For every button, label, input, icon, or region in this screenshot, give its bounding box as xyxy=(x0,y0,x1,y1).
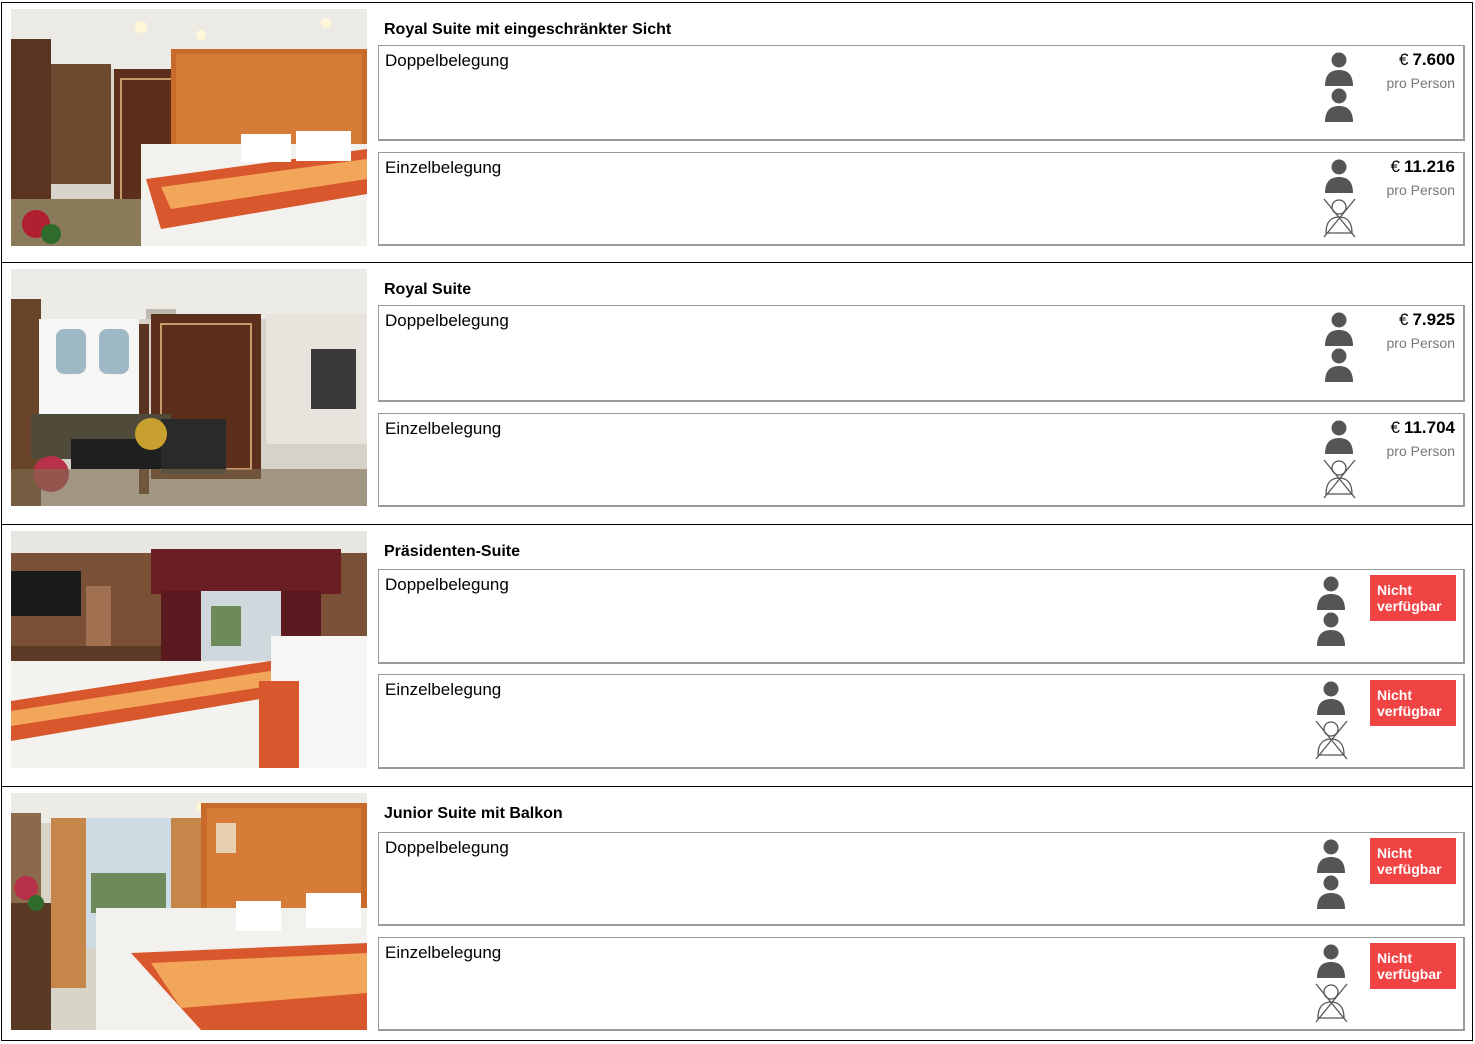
cabin-title: Junior Suite mit Balkon xyxy=(384,805,563,822)
occupancy-label: Einzelbelegung xyxy=(385,680,502,699)
cabin-photo[interactable] xyxy=(11,269,367,506)
occupancy-label: Doppelbelegung xyxy=(385,838,509,857)
unavailable-badge: Nicht verfügbar xyxy=(1370,680,1456,726)
price-block: €7.600 pro Person xyxy=(1387,50,1455,91)
occupancy-label: Einzelbelegung xyxy=(385,158,502,177)
price-unit: pro Person xyxy=(1386,75,1455,91)
cabin-photo[interactable] xyxy=(11,9,367,246)
unavailable-badge: Nicht verfügbar xyxy=(1370,838,1456,884)
price-value: 7.600 xyxy=(1412,50,1455,69)
single-person-icon xyxy=(1315,681,1348,760)
cabin-title: Royal Suite mit eingeschränkter Sicht xyxy=(384,21,672,38)
cabin-card: Junior Suite mit Balkon Doppelbelegung N… xyxy=(1,787,1473,1041)
occupancy-label: Einzelbelegung xyxy=(385,419,502,438)
cabin-card: Royal Suite Doppelbelegung €7.925 pro Pe… xyxy=(1,263,1473,525)
price-block: €7.925 pro Person xyxy=(1387,310,1455,351)
currency-symbol: € xyxy=(1390,157,1400,176)
currency-symbol: € xyxy=(1398,50,1409,69)
price-amount: €7.925 xyxy=(1387,310,1455,330)
occupancy-label: Doppelbelegung xyxy=(385,51,509,70)
price-amount: €11.704 xyxy=(1387,418,1455,438)
currency-symbol: € xyxy=(1398,310,1409,329)
occupancy-option-double[interactable]: Doppelbelegung €7.925 pro Person xyxy=(378,305,1465,402)
occupancy-label: Einzelbelegung xyxy=(385,943,502,962)
occupancy-option-double[interactable]: Doppelbelegung Nicht verfügbar xyxy=(378,832,1465,926)
cabin-card: Präsidenten-Suite Doppelbelegung Nicht v… xyxy=(1,525,1473,787)
price-unit: pro Person xyxy=(1386,335,1455,351)
two-persons-icon xyxy=(1323,312,1355,384)
occupancy-option-single[interactable]: Einzelbelegung Nicht verfügbar xyxy=(378,937,1465,1031)
price-block: €11.216 pro Person xyxy=(1387,157,1455,198)
two-persons-icon xyxy=(1315,576,1347,648)
junior-suite-balcony-photo xyxy=(11,793,367,1030)
price-amount: €7.600 xyxy=(1387,50,1455,70)
price-amount: €11.216 xyxy=(1387,157,1455,177)
single-person-icon xyxy=(1323,159,1356,238)
occupancy-option-double[interactable]: Doppelbelegung €7.600 pro Person xyxy=(378,45,1465,141)
cabin-title: Präsidenten-Suite xyxy=(384,543,521,560)
price-block: €11.704 pro Person xyxy=(1387,418,1455,459)
two-persons-icon xyxy=(1315,839,1347,911)
occupancy-label: Doppelbelegung xyxy=(385,575,509,594)
price-unit: pro Person xyxy=(1386,443,1455,459)
unavailable-badge: Nicht verfügbar xyxy=(1370,575,1456,621)
price-value: 11.704 xyxy=(1403,418,1455,437)
cabin-title: Royal Suite xyxy=(384,281,472,298)
occupancy-label: Doppelbelegung xyxy=(385,311,509,330)
occupancy-option-double[interactable]: Doppelbelegung Nicht verfügbar xyxy=(378,569,1465,664)
currency-symbol: € xyxy=(1390,418,1400,437)
occupancy-option-single[interactable]: Einzelbelegung Nicht verfügbar xyxy=(378,674,1465,769)
suite-bedroom-photo xyxy=(11,9,367,246)
price-value: 11.216 xyxy=(1403,157,1455,176)
occupancy-option-single[interactable]: Einzelbelegung €11.704 pro Person xyxy=(378,413,1465,507)
single-person-icon xyxy=(1323,420,1356,499)
cabin-card: Royal Suite mit eingeschränkter Sicht Do… xyxy=(1,2,1473,263)
single-person-icon xyxy=(1315,944,1348,1023)
occupancy-option-single[interactable]: Einzelbelegung €11.216 pro Person xyxy=(378,152,1465,246)
cabin-photo[interactable] xyxy=(11,793,367,1030)
two-persons-icon xyxy=(1323,52,1355,124)
suite-living-room-photo xyxy=(11,269,367,506)
unavailable-badge: Nicht verfügbar xyxy=(1370,943,1456,989)
price-value: 7.925 xyxy=(1412,310,1455,329)
price-unit: pro Person xyxy=(1386,182,1455,198)
cabin-photo[interactable] xyxy=(11,531,367,768)
presidential-suite-photo xyxy=(11,531,367,768)
